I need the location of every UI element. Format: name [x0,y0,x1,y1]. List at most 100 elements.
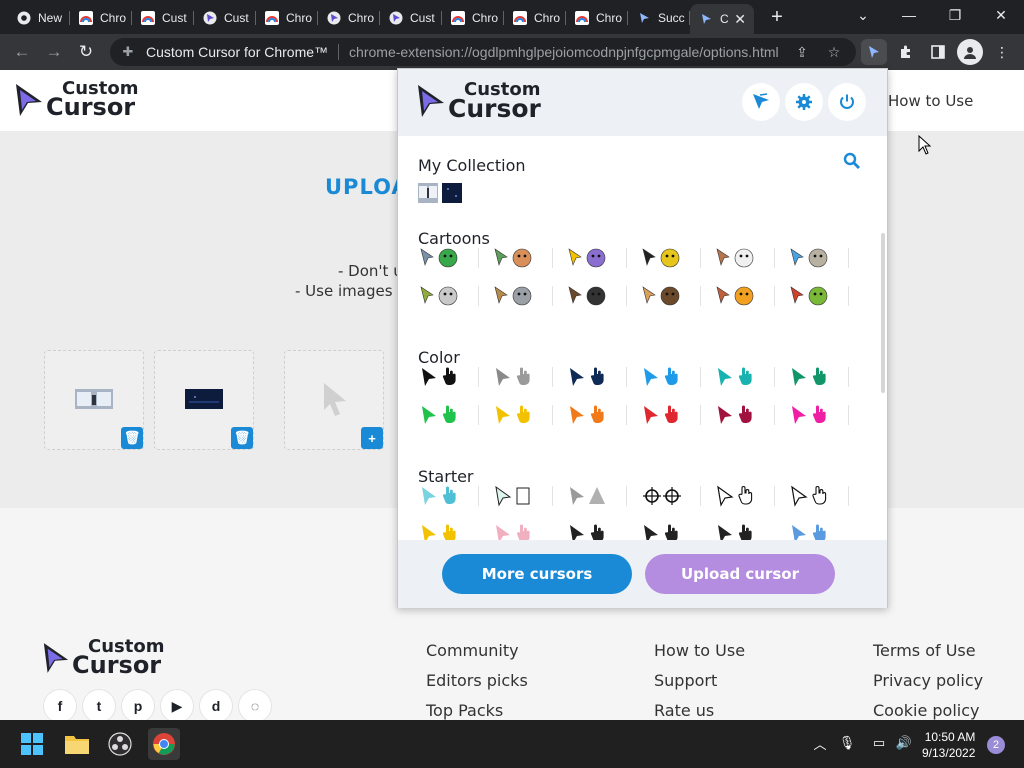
add-cursor-button[interactable]: + [361,427,383,449]
settings-button[interactable] [785,83,823,121]
color-cursor-pack[interactable] [492,365,536,389]
microphone-icon[interactable]: 🎙 [838,734,856,752]
chat-icon[interactable]: ◌ [239,690,271,722]
address-bar[interactable]: ✚ Custom Cursor for Chrome™ chrome-exten… [110,38,856,66]
cartoon-cursor-pack[interactable] [418,284,462,308]
cartoon-cursor-pack[interactable] [492,284,536,308]
starter-cursor-pack[interactable] [418,484,462,508]
back-button[interactable]: ← [10,40,34,64]
color-cursor-pack[interactable] [788,403,832,427]
cartoon-cursor-pack[interactable] [566,284,610,308]
site-logo[interactable]: Custom Cursor [14,80,138,119]
browser-tab[interactable]: Succ [628,4,690,32]
browser-tab[interactable]: C ✕ [690,4,754,34]
starter-cursor-pack[interactable] [492,522,536,540]
cursor-slot-1[interactable]: 🗑 [44,350,144,450]
custom-cursor-extension-button[interactable] [861,39,887,65]
starter-cursor-pack[interactable] [492,484,536,508]
browser-tab[interactable]: Cust [380,4,442,32]
browser-tab[interactable]: Cust [132,4,194,32]
starter-cursor-pack[interactable] [566,484,610,508]
color-cursor-pack[interactable] [566,403,610,427]
starter-cursor-pack[interactable] [714,522,758,540]
search-icon[interactable] [843,152,861,170]
side-panel-icon[interactable] [925,39,951,65]
close-tab-icon[interactable]: ✕ [734,11,746,28]
footer-logo[interactable]: Custom Cursor [42,638,164,677]
starter-cursor-pack[interactable] [788,522,832,540]
delete-slot-1-button[interactable]: 🗑 [121,427,143,449]
network-icon[interactable]: ▭ [870,734,888,752]
delete-slot-2-button[interactable]: 🗑 [231,427,253,449]
my-collection-thumb-1[interactable] [418,183,438,203]
chrome-taskbar-icon[interactable] [148,728,180,760]
footer-link-privacy-policy[interactable]: Privacy policy [873,671,983,690]
cartoon-cursor-pack[interactable] [492,246,536,270]
color-cursor-pack[interactable] [418,365,462,389]
cartoon-cursor-pack[interactable] [640,246,684,270]
color-cursor-pack[interactable] [566,365,610,389]
footer-link-terms-of-use[interactable]: Terms of Use [873,641,976,660]
cartoon-cursor-pack[interactable] [566,246,610,270]
chrome-menu-icon[interactable]: ⋮ [989,39,1015,65]
starter-cursor-pack[interactable] [566,522,610,540]
starter-cursor-pack[interactable] [640,484,684,508]
popup-scrollbar[interactable] [881,233,885,393]
color-cursor-pack[interactable] [640,365,684,389]
system-clock[interactable]: 10:50 AM 9/13/2022 [922,729,975,761]
tray-overflow-icon[interactable]: ︿ [811,734,829,752]
notification-badge[interactable]: 2 [987,736,1005,754]
facebook-icon[interactable]: f [44,690,76,722]
browser-tab[interactable]: Chro [256,4,318,32]
color-cursor-pack[interactable] [714,365,758,389]
browser-tab[interactable]: Chro [70,4,132,32]
cartoon-cursor-pack[interactable] [640,284,684,308]
close-window-button[interactable]: ✕ [978,0,1024,30]
color-cursor-pack[interactable] [714,403,758,427]
youtube-icon[interactable]: ▶ [161,690,193,722]
extensions-puzzle-icon[interactable] [893,39,919,65]
cartoon-cursor-pack[interactable] [714,246,758,270]
windows-start-icon[interactable] [16,728,48,760]
footer-link-support[interactable]: Support [654,671,717,690]
color-cursor-pack[interactable] [640,403,684,427]
file-explorer-icon[interactable] [61,728,93,760]
minimize-button[interactable]: — [886,0,932,30]
color-cursor-pack[interactable] [418,403,462,427]
obs-icon[interactable] [104,728,136,760]
volume-icon[interactable]: 🔊 [895,734,913,752]
footer-link-rate-us[interactable]: Rate us [654,701,714,720]
bookmark-star-icon[interactable]: ☆ [824,42,844,62]
reload-button[interactable]: ↻ [74,40,98,64]
tab-search-icon[interactable]: ⌄ [840,0,886,30]
browser-tab[interactable]: Chro [504,4,566,32]
browser-tab[interactable]: New [8,4,70,32]
my-collection-thumb-2[interactable] [442,183,462,203]
new-tab-button[interactable]: + [766,6,788,28]
starter-cursor-pack[interactable] [714,484,758,508]
forward-button[interactable]: → [42,40,66,64]
cartoon-cursor-pack[interactable] [788,246,832,270]
browser-tab[interactable]: Chro [566,4,628,32]
twitter-icon[interactable]: t [83,690,115,722]
profile-avatar[interactable] [957,39,983,65]
starter-cursor-pack[interactable] [418,522,462,540]
footer-link-cookie-policy[interactable]: Cookie policy [873,701,980,720]
discord-icon[interactable]: d [200,690,232,722]
color-cursor-pack[interactable] [492,403,536,427]
footer-link-editors-picks[interactable]: Editors picks [426,671,528,690]
color-cursor-pack[interactable] [788,365,832,389]
power-button[interactable] [828,83,866,121]
nav-how-to-use[interactable]: How to Use [888,92,973,110]
cursor-slot-2[interactable]: 🗑 [154,350,254,450]
cursor-mode-button[interactable] [742,83,780,121]
footer-link-community[interactable]: Community [426,641,519,660]
footer-link-how-to-use[interactable]: How to Use [654,641,745,660]
upload-cursor-button[interactable]: Upload cursor [645,554,835,594]
starter-cursor-pack[interactable] [788,484,832,508]
starter-cursor-pack[interactable] [640,522,684,540]
cartoon-cursor-pack[interactable] [788,284,832,308]
share-icon[interactable]: ⇪ [792,42,812,62]
browser-tab[interactable]: Cust [194,4,256,32]
more-cursors-button[interactable]: More cursors [442,554,632,594]
